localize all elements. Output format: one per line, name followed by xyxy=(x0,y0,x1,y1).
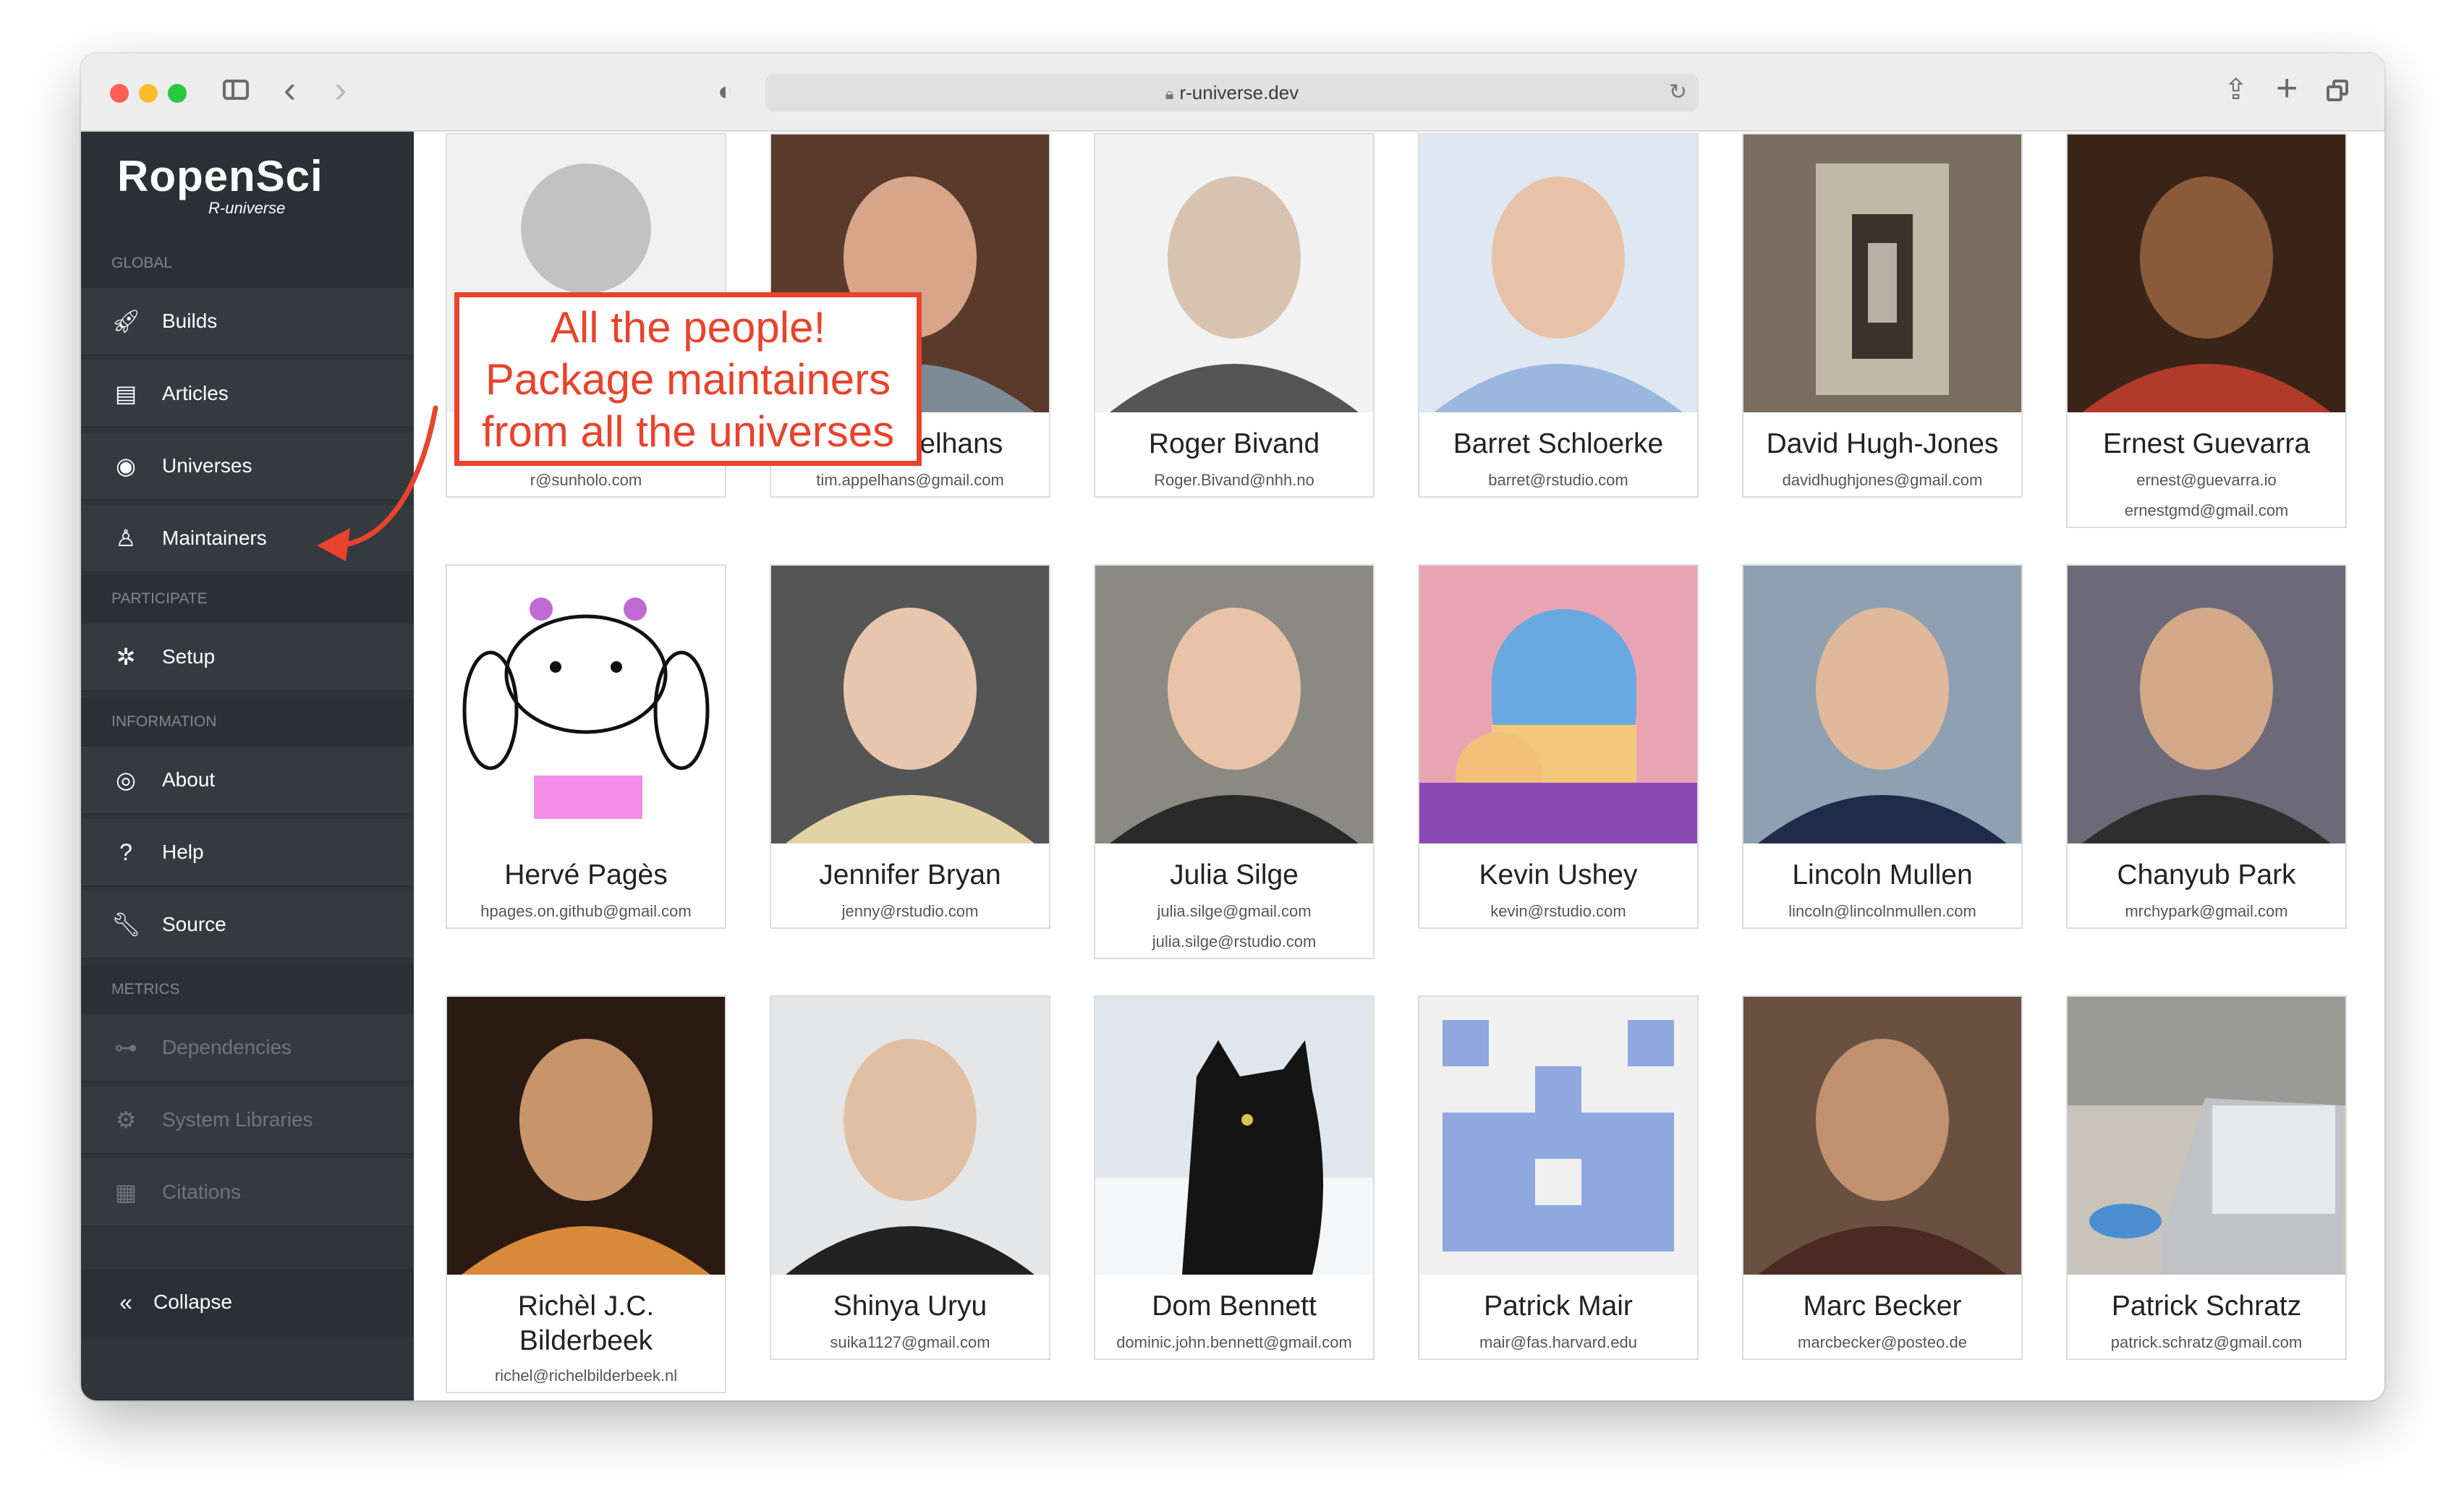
annotation-arrow xyxy=(317,405,438,561)
annotation-line: from all the universes xyxy=(481,407,895,456)
annotation-callout: All the people! Package maintainers from… xyxy=(454,292,922,466)
annotation-line: Package maintainers xyxy=(485,355,891,404)
browser-window: ‹ › ◐ 🔒︎ r-universe.dev ↻ ⇪ + RopenSci R-… xyxy=(81,54,2384,1400)
annotation-line: All the people! xyxy=(550,303,826,352)
